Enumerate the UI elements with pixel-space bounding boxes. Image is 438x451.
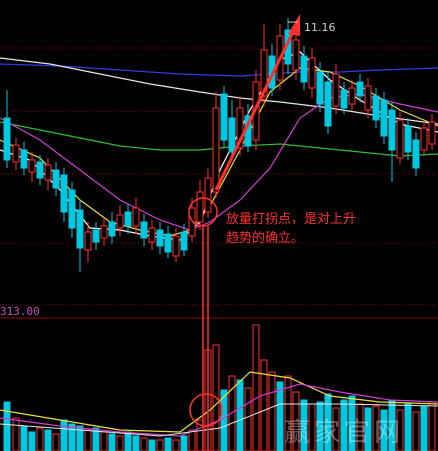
candle-body-24: [196, 191, 204, 223]
trend-arrow-head: [288, 14, 300, 36]
candle-body-53: [428, 121, 436, 145]
volume-bar-33: [268, 371, 276, 451]
volume-bar-12: [100, 431, 108, 451]
volume-bar-34: [276, 381, 284, 451]
candle-body-19: [156, 229, 164, 247]
stock-chart: [0, 14, 438, 451]
candle-body-37: [300, 55, 308, 83]
candle-body-39: [316, 71, 324, 105]
volume-bar-20: [164, 437, 172, 451]
volume-bar-6: [52, 433, 60, 451]
annotation-text-line1: 放量打拐点，是对上升: [226, 212, 357, 227]
candle-body-21: [172, 235, 180, 257]
volume-bar-53: [428, 401, 436, 451]
candle-body-17: [140, 221, 148, 239]
annotation-text-line2: 趋势的确立。: [226, 231, 305, 246]
candle-body-49: [396, 119, 404, 159]
volume-bar-51: [412, 411, 420, 451]
candle-body-47: [380, 99, 388, 137]
volume-bar-50: [404, 403, 412, 451]
candle-body-6: [52, 169, 60, 189]
volume-bar-13: [108, 433, 116, 451]
candle-body-10: [84, 231, 92, 251]
volume-bar-17: [140, 437, 148, 451]
watermark: 赢家官网: [284, 418, 405, 448]
volume-bar-52: [420, 405, 428, 451]
candlesticks: [3, 18, 436, 272]
ma-blue-line: [0, 63, 438, 77]
candle-body-0: [3, 117, 11, 161]
volume-bar-16: [132, 435, 140, 451]
candle-body-3: [28, 159, 36, 173]
volume-bar-5: [44, 429, 52, 451]
volume-bar-7: [60, 419, 68, 451]
volume-bar-15: [124, 431, 132, 451]
volume-bar-30: [244, 387, 252, 451]
volume-bar-23: [188, 429, 196, 451]
candle-body-18: [148, 227, 156, 243]
volume-bar-1: [12, 417, 20, 451]
candle-body-13: [108, 221, 116, 237]
candle-body-12: [100, 225, 108, 239]
candle-body-2: [20, 149, 28, 169]
candle-body-40: [324, 81, 332, 127]
candle-body-26: [212, 107, 220, 193]
candle-body-36: [292, 39, 300, 71]
candle-body-11: [92, 229, 100, 243]
volume-bar-3: [28, 431, 36, 451]
candle-body-41: [332, 73, 340, 107]
volume-bar-18: [148, 439, 156, 451]
volume-bar-21: [172, 439, 180, 451]
candle-body-7: [60, 174, 68, 213]
candle-body-1: [12, 144, 20, 163]
candle-body-27: [220, 93, 228, 141]
candle-body-28: [228, 117, 236, 153]
volume-bar-14: [116, 435, 124, 451]
candle-body-25: [204, 177, 212, 213]
candle-body-22: [180, 231, 188, 251]
candle-body-9: [76, 209, 84, 249]
trend-arrow-shaft: [214, 29, 296, 191]
candle-body-48: [388, 109, 396, 151]
peak-price-label: 11.16: [304, 21, 336, 34]
candle-body-38: [308, 57, 316, 89]
volume-bar-19: [156, 439, 164, 451]
candle-body-50: [404, 125, 412, 153]
volume-bar-8: [68, 423, 76, 451]
volume-max-label: 313.00: [0, 305, 40, 318]
candle-body-52: [420, 127, 428, 151]
candle-body-5: [44, 164, 52, 181]
candle-body-42: [340, 89, 348, 109]
volume-bar-0: [3, 401, 11, 451]
volume-bar-22: [180, 435, 188, 451]
candle-body-14: [116, 214, 124, 229]
candle-body-51: [412, 139, 420, 169]
candle-body-16: [132, 207, 140, 227]
volume-bar-29: [236, 379, 244, 451]
volume-bar-2: [20, 425, 28, 451]
volume-bar-4: [36, 427, 44, 451]
candle-body-44: [356, 81, 364, 97]
volume-bar-31: [252, 324, 260, 451]
candle-body-8: [68, 189, 76, 229]
candle-body-20: [164, 233, 172, 253]
volume-bar-10: [84, 429, 92, 451]
candle-body-45: [364, 85, 372, 111]
candle-body-15: [124, 211, 132, 227]
candle-body-4: [36, 161, 44, 179]
candle-body-43: [348, 87, 356, 105]
candle-body-46: [372, 95, 380, 121]
